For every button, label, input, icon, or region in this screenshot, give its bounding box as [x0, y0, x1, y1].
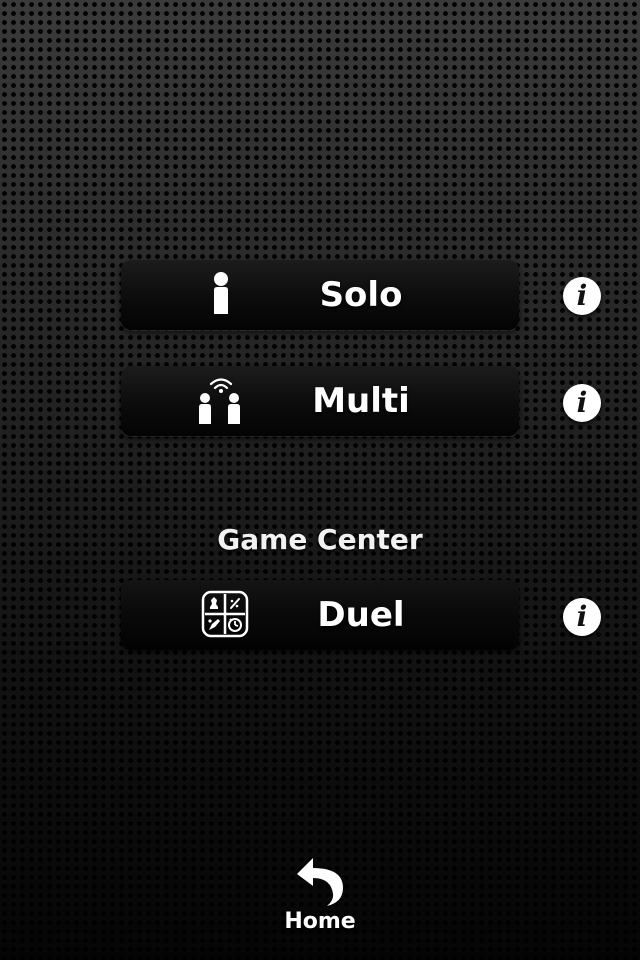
home-label: Home: [284, 909, 356, 934]
info-icon: i: [576, 279, 588, 312]
solo-label: Solo: [319, 275, 403, 315]
home-button[interactable]: Home: [270, 852, 370, 942]
multi-info-button[interactable]: i: [563, 384, 601, 422]
multi-label: Multi: [312, 381, 410, 421]
info-icon: i: [576, 386, 588, 419]
info-icon: i: [576, 600, 588, 633]
back-arrow-icon: [297, 858, 343, 906]
duel-label: Duel: [317, 595, 405, 635]
duel-button[interactable]: Duel: [121, 580, 519, 650]
multi-button[interactable]: Multi: [121, 366, 519, 436]
single-player-icon: [214, 272, 228, 314]
solo-info-button[interactable]: i: [563, 277, 601, 315]
game-center-grid-icon: [201, 590, 249, 638]
multiplayer-wifi-icon: [199, 378, 240, 424]
solo-button[interactable]: Solo: [121, 260, 519, 330]
duel-info-button[interactable]: i: [563, 598, 601, 636]
game-center-title: Game Center: [217, 523, 423, 556]
